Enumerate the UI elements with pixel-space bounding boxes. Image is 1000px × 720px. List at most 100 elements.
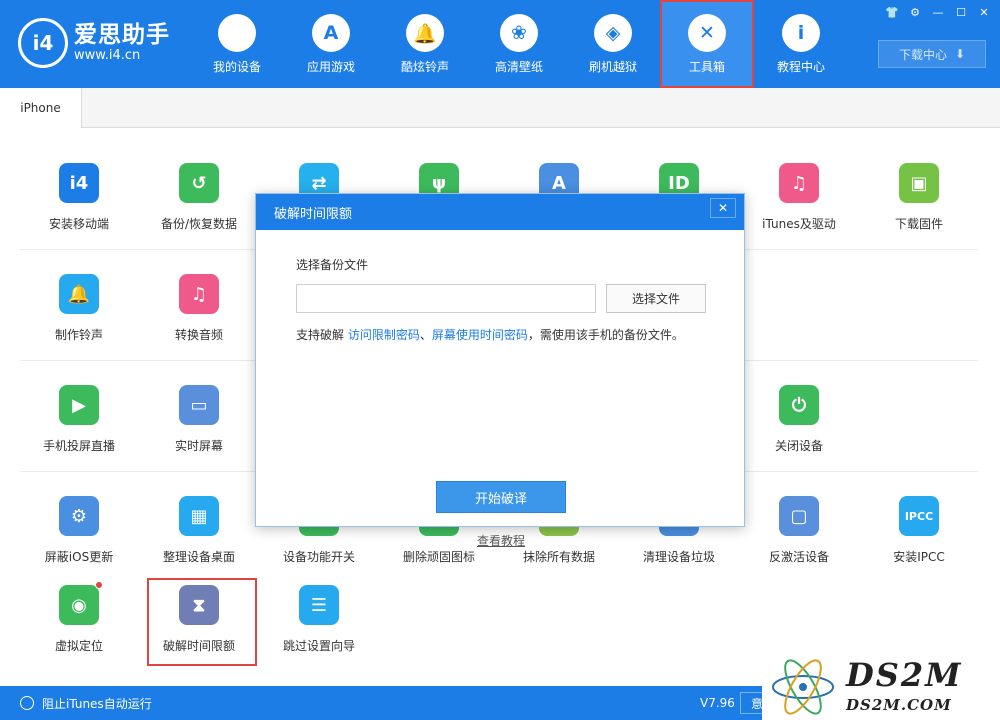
tool-item[interactable]: ⚙ 屏蔽iOS更新: [19, 496, 139, 596]
tablet-icon: ▢: [779, 496, 819, 536]
nav-item-1[interactable]: A 应用游戏: [284, 0, 378, 88]
tool-item[interactable]: i4 安装移动端: [19, 163, 139, 263]
minimize-icon[interactable]: —: [928, 4, 948, 20]
watermark-url: DS2M.COM: [846, 696, 952, 714]
tool-label: 关闭设备: [774, 439, 823, 453]
device-tabbar: iPhone: [0, 88, 1000, 128]
dialog-header: 破解时间限额 ✕: [256, 194, 744, 230]
settings-icon[interactable]: ⚙: [905, 4, 925, 20]
logo-badge: i4: [18, 18, 68, 68]
nav-item-3[interactable]: ❀ 高清壁纸: [472, 0, 566, 88]
ipcc-icon: IPCC: [899, 496, 939, 536]
crack-time-limit-dialog: 破解时间限额 ✕ 选择备份文件 选择文件 支持破解 访问限制密码、屏幕使用时间密…: [255, 193, 745, 548]
nav-label: 应用游戏: [306, 60, 355, 74]
nav-item-5[interactable]: ✕ 工具箱: [660, 0, 754, 88]
skin-icon[interactable]: 👕: [882, 4, 902, 20]
itunes-icon: ♫: [779, 163, 819, 203]
skip-wizard-icon: ☰: [299, 585, 339, 625]
tool-label: 制作铃声: [54, 328, 103, 342]
start-crack-button[interactable]: 开始破译: [436, 481, 566, 513]
close-window-icon[interactable]: ✕: [974, 4, 994, 20]
download-center-button[interactable]: 下载中心 ⬇: [878, 40, 986, 68]
tool-item[interactable]: ▭ 实时屏幕: [139, 385, 259, 485]
nav-label: 教程中心: [776, 60, 825, 74]
tool-label: 下载固件: [894, 217, 943, 231]
screen-cast-icon: ▶: [59, 385, 99, 425]
tool-item[interactable]: ◉ 虚拟定位: [19, 581, 139, 685]
nav-label: 酷炫铃声: [400, 60, 449, 74]
tool-label: 整理设备桌面: [162, 550, 235, 564]
cube-icon: ▣: [899, 163, 939, 203]
tab-iphone[interactable]: iPhone: [0, 88, 82, 128]
power-icon: ⏻: [779, 385, 819, 425]
block-itunes-label: 阻止iTunes自动运行: [42, 696, 152, 711]
app-header: i4 爱思助手 www.i4.cn 我的设备 A 应用游戏 🔔 酷炫铃声 ❀ 高清壁纸 ◈ 刷机…: [0, 0, 1000, 88]
logo-name: 爱思助手: [74, 22, 170, 48]
backup-file-input[interactable]: [296, 284, 596, 313]
main-nav: 我的设备 A 应用游戏 🔔 酷炫铃声 ❀ 高清壁纸 ◈ 刷机越狱 ✕ 工具箱 i 教程中心: [190, 0, 848, 88]
maximize-icon[interactable]: ☐: [951, 4, 971, 20]
tool-item[interactable]: ▣ 下载固件: [859, 163, 979, 263]
tool-label: 屏蔽iOS更新: [44, 550, 114, 564]
tool-label: 设备功能开关: [282, 550, 355, 564]
close-icon[interactable]: ✕: [710, 198, 736, 218]
tool-label: 反激活设备: [768, 550, 829, 564]
tool-item[interactable]: ▢ 反激活设备: [739, 496, 859, 596]
block-itunes-toggle[interactable]: 阻止iTunes自动运行: [20, 695, 152, 712]
tool-label: 手机投屏直播: [42, 439, 115, 453]
nav-item-4[interactable]: ◈ 刷机越狱: [566, 0, 660, 88]
highlight-box: [147, 578, 257, 666]
nav-label: 工具箱: [688, 60, 725, 74]
nav-label: 刷机越狱: [588, 60, 637, 74]
gear-block-icon: ⚙: [59, 496, 99, 536]
nav-label: 我的设备: [212, 60, 261, 74]
site-watermark: DS2M DS2M.COM: [762, 652, 1000, 720]
tool-label: 抹除所有数据: [522, 550, 595, 564]
tool-label: 安装IPCC: [893, 550, 945, 564]
restriction-passcode-link[interactable]: 访问限制密码: [348, 328, 420, 342]
tool-item[interactable]: ↺ 备份/恢复数据: [139, 163, 259, 263]
window-controls: 👕 ⚙ — ☐ ✕: [879, 4, 994, 20]
tool-label: 安装移动端: [48, 217, 109, 231]
location-pin-icon: ◉: [59, 581, 103, 625]
app-store-icon: A: [312, 14, 350, 52]
flower-icon: ❀: [500, 14, 538, 52]
bell-plus-icon: 🔔: [59, 274, 99, 314]
tool-label: 虚拟定位: [54, 639, 103, 653]
nav-item-6[interactable]: i 教程中心: [754, 0, 848, 88]
tool-item[interactable]: ☰ 跳过设置向导: [259, 585, 379, 685]
nav-label: 高清壁纸: [494, 60, 543, 74]
music-icon: ♫: [179, 274, 219, 314]
backup-file-label: 选择备份文件: [296, 258, 369, 272]
screen-time-passcode-link[interactable]: 屏幕使用时间密码: [432, 328, 528, 342]
i4-app-icon: i4: [59, 163, 99, 203]
bell-icon: 🔔: [406, 14, 444, 52]
dialog-title: 破解时间限额: [274, 206, 353, 222]
notification-dot: [95, 581, 103, 589]
tool-label: 实时屏幕: [174, 439, 223, 453]
tool-label: 删除顽固图标: [402, 550, 475, 564]
tool-item[interactable]: ♫ 转换音频: [139, 274, 259, 374]
version-label: V7.96: [700, 696, 735, 710]
tool-item[interactable]: 🔔 制作铃声: [19, 274, 139, 374]
atom-logo-icon: [772, 659, 834, 715]
tool-label: 跳过设置向导: [282, 639, 355, 653]
tool-item[interactable]: ♫ iTunes及驱动: [739, 163, 859, 263]
nav-item-2[interactable]: 🔔 酷炫铃声: [378, 0, 472, 88]
tool-label: 转换音频: [174, 328, 223, 342]
monitor-icon: ▭: [179, 385, 219, 425]
grid-icon: ▦: [179, 496, 219, 536]
nav-item-0[interactable]: 我的设备: [190, 0, 284, 88]
tool-item[interactable]: ▶ 手机投屏直播: [19, 385, 139, 485]
choose-file-button[interactable]: 选择文件: [606, 284, 706, 313]
logo-url: www.i4.cn: [74, 48, 141, 63]
tools-icon: ✕: [688, 14, 726, 52]
view-tutorial-link[interactable]: 查看教程: [256, 532, 746, 549]
download-icon: ⬇: [954, 47, 966, 61]
tool-label: iTunes及驱动: [762, 217, 836, 231]
app-logo: i4 爱思助手 www.i4.cn: [18, 18, 170, 68]
backup-clock-icon: ↺: [179, 163, 219, 203]
radio-icon: [20, 696, 34, 710]
tool-item[interactable]: ⏻ 关闭设备: [739, 385, 859, 485]
tool-item[interactable]: IPCC 安装IPCC: [859, 496, 979, 596]
